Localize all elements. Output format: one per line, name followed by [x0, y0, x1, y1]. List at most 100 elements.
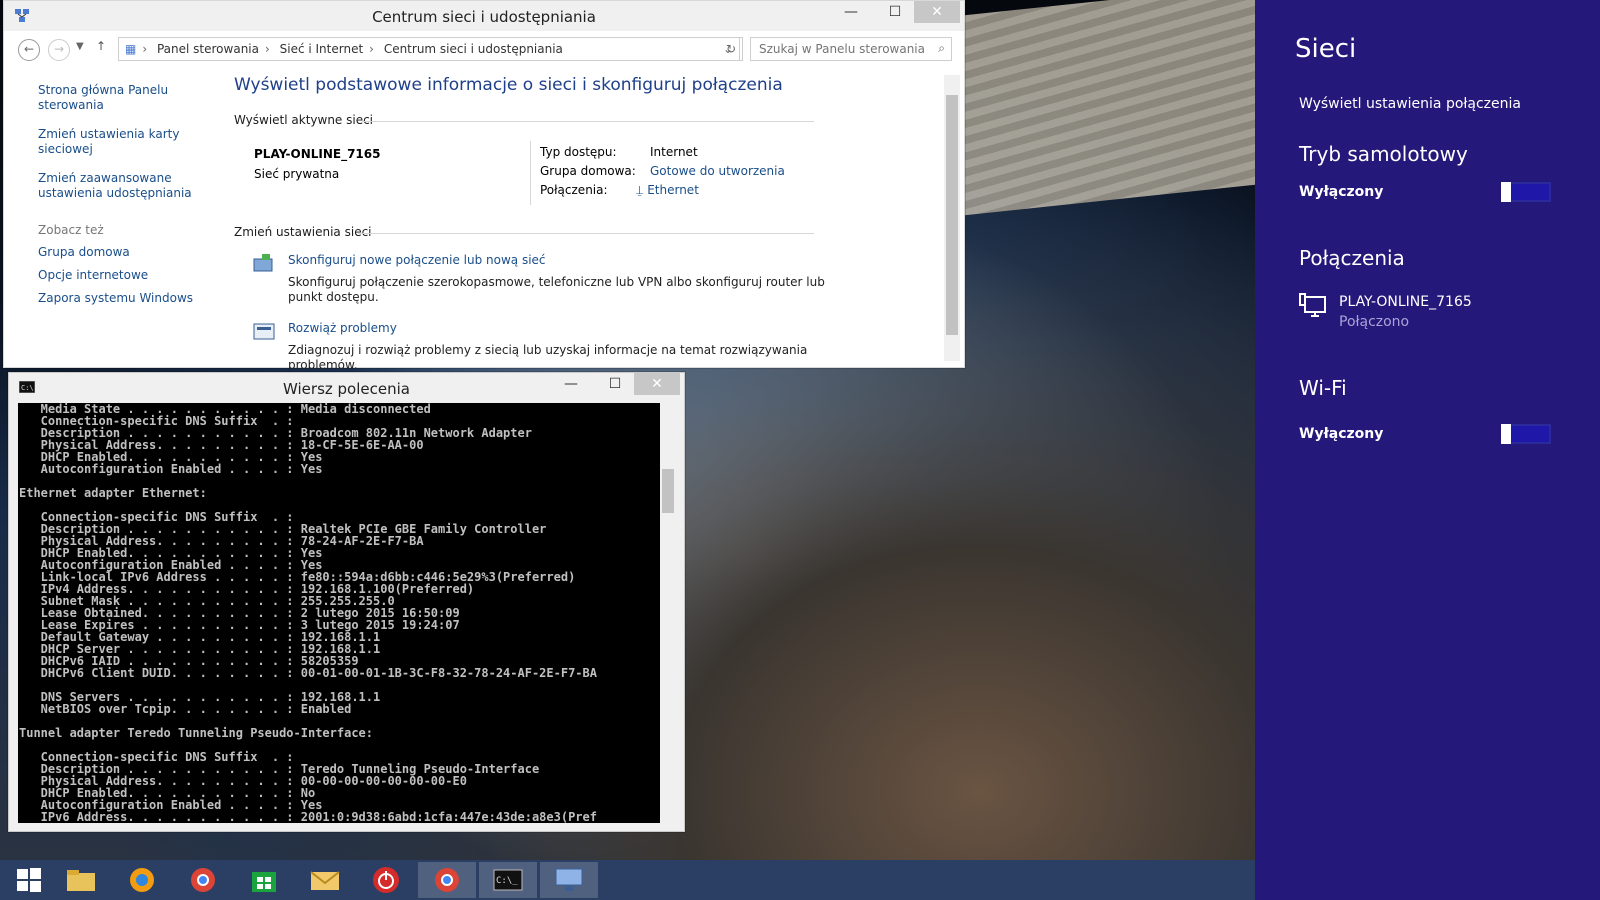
taskbar: C:\_ — [0, 860, 1255, 900]
networks-panel: Sieci Wyświetl ustawienia połączenia Try… — [1255, 0, 1600, 900]
troubleshoot-link[interactable]: Rozwiąż problemy — [288, 321, 934, 335]
airplane-mode-heading: Tryb samolotowy — [1299, 142, 1468, 166]
toggle-knob — [1501, 424, 1511, 444]
network-name: PLAY-ONLINE_7165 — [254, 147, 381, 161]
divider — [358, 233, 814, 234]
vertical-scrollbar[interactable] — [944, 75, 960, 361]
start-button[interactable] — [0, 862, 58, 898]
change-settings-label: Zmień ustawienia sieci — [234, 225, 372, 239]
connections-row: Połączenia: ⍊ Ethernet — [540, 183, 699, 198]
ethernet-link[interactable]: Ethernet — [647, 183, 699, 197]
airplane-mode-toggle[interactable] — [1501, 182, 1551, 202]
minimize-button[interactable]: — — [548, 373, 594, 395]
new-connection-link[interactable]: Skonfiguruj nowe połączenie lub nową sie… — [288, 253, 934, 267]
connections-heading: Połączenia — [1299, 246, 1405, 270]
control-panel-window: Centrum sieci i udostępniania — ☐ ✕ ← → … — [3, 0, 965, 372]
connections-label: Połączenia: — [540, 183, 608, 197]
toggle-knob — [1501, 182, 1511, 202]
network-type: Sieć prywatna — [254, 167, 340, 181]
power-app-icon[interactable] — [357, 862, 415, 898]
scrollbar-thumb[interactable] — [946, 95, 958, 335]
nav-homegroup[interactable]: Grupa domowa — [38, 245, 208, 260]
homegroup-label: Grupa domowa: — [540, 164, 636, 178]
forward-button[interactable]: → — [48, 39, 70, 61]
access-type-row: Typ dostępu: Internet — [540, 145, 698, 159]
view-connection-settings-link[interactable]: Wyświetl ustawienia połączenia — [1299, 96, 1521, 112]
cmd-titlebar[interactable]: C:\ Wiersz polecenia — ☐ ✕ — [9, 373, 684, 403]
divider — [362, 121, 814, 122]
control-panel-taskbar-icon[interactable] — [540, 862, 598, 898]
minimize-button[interactable]: — — [828, 1, 874, 23]
recent-dropdown-icon[interactable]: ▼ — [76, 41, 84, 52]
access-type-value: Internet — [650, 145, 698, 159]
file-explorer-icon[interactable] — [52, 862, 110, 898]
breadcrumb-item[interactable]: Centrum sieci i udostępniania — [384, 42, 563, 56]
change-settings-heading: Zmień ustawienia sieci — [234, 225, 934, 239]
cmd-console[interactable]: Media State . . . . . . . . . . . : Medi… — [18, 403, 670, 823]
photo-app-icon[interactable] — [113, 862, 171, 898]
chrome-running-icon[interactable] — [418, 862, 476, 898]
windows-logo-icon — [17, 868, 41, 892]
chrome-icon[interactable] — [174, 862, 232, 898]
task-troubleshoot: Rozwiąż problemy Zdiagnozuj i rozwiąż pr… — [234, 321, 934, 373]
search-box[interactable]: ⌕ — [750, 37, 952, 61]
close-button[interactable]: ✕ — [914, 1, 960, 23]
homegroup-link[interactable]: Gotowe do utworzenia — [650, 164, 785, 178]
chevron-right-icon: › — [142, 42, 148, 56]
homegroup-row: Grupa domowa: Gotowe do utworzenia — [540, 164, 785, 178]
wifi-state: Wyłączony — [1299, 426, 1384, 442]
wifi-toggle[interactable] — [1501, 424, 1551, 444]
access-type-label: Typ dostępu: — [540, 145, 617, 159]
cmd-output: Media State . . . . . . . . . . . : Medi… — [19, 403, 597, 823]
active-networks-label: Wyświetl aktywne sieci — [234, 113, 374, 127]
svg-text:C:\_: C:\_ — [496, 876, 518, 886]
connection-name[interactable]: PLAY-ONLINE_7165 — [1339, 294, 1472, 310]
connection-status: Połączono — [1339, 314, 1410, 330]
up-icon[interactable]: ↑ — [96, 39, 106, 53]
troubleshoot-desc: Zdiagnozuj i rozwiąż problemy z siecią l… — [288, 343, 808, 372]
page-title: Wyświetl podstawowe informacje o sieci i… — [234, 75, 783, 95]
ethernet-icon: ⍊ — [636, 183, 644, 197]
wifi-heading: Wi-Fi — [1299, 376, 1347, 400]
active-networks-heading: Wyświetl aktywne sieci — [234, 113, 934, 127]
active-network-block: PLAY-ONLINE_7165 Sieć prywatna Typ dostę… — [234, 141, 934, 225]
chevron-right-icon: › — [264, 42, 270, 56]
breadcrumb-item[interactable]: Panel sterowania — [157, 42, 259, 56]
maximize-button[interactable]: ☐ — [592, 373, 638, 395]
search-icon[interactable]: ⌕ — [938, 41, 945, 56]
breadcrumb-item[interactable]: Sieć i Internet — [280, 42, 364, 56]
airplane-mode-state: Wyłączony — [1299, 184, 1384, 200]
divider — [530, 141, 531, 205]
address-bar-row: ← → ▼ ↑ ▦ › Panel sterowania › Sieć i Inte… — [10, 35, 958, 63]
nav-change-adapter-settings[interactable]: Zmień ustawienia karty sieciowej — [38, 127, 208, 157]
wired-network-icon — [1299, 293, 1326, 317]
troubleshoot-icon — [253, 323, 275, 340]
back-button[interactable]: ← — [18, 39, 40, 61]
nav-control-panel-home[interactable]: Strona główna Panelu sterowania — [38, 83, 208, 113]
scrollbar-thumb[interactable] — [662, 469, 674, 513]
nav-windows-firewall[interactable]: Zapora systemu Windows — [38, 291, 208, 306]
task-new-connection: Skonfiguruj nowe połączenie lub nową sie… — [234, 253, 934, 305]
mail-app-icon[interactable] — [296, 862, 354, 898]
left-navigation: Strona główna Panelu sterowania Zmień us… — [38, 83, 208, 314]
new-connection-desc: Skonfiguruj połączenie szerokopasmowe, t… — [288, 275, 825, 304]
control-panel-titlebar[interactable]: Centrum sieci i udostępniania — ☐ ✕ — [4, 1, 964, 31]
window-title: Centrum sieci i udostępniania — [372, 8, 596, 26]
address-box[interactable]: ▦ › Panel sterowania › Sieć i Internet › Ce… — [118, 37, 740, 61]
store-icon[interactable] — [235, 862, 293, 898]
close-button[interactable]: ✕ — [634, 373, 680, 395]
cmd-window: C:\ Wiersz polecenia — ☐ ✕ Media State .… — [8, 372, 685, 832]
search-input[interactable] — [757, 38, 931, 60]
nav-advanced-sharing-settings[interactable]: Zmień zaawansowane ustawienia udostępnia… — [38, 171, 208, 201]
see-also-heading: Zobacz też — [38, 223, 104, 237]
control-panel-body: Strona główna Panelu sterowania Zmień us… — [4, 69, 964, 372]
wallpaper-station-panel — [960, 0, 1255, 216]
nav-internet-options[interactable]: Opcje internetowe — [38, 268, 208, 283]
chevron-right-icon: › — [369, 42, 374, 56]
breadcrumb-root-icon: ▦ — [125, 42, 137, 56]
maximize-button[interactable]: ☐ — [872, 1, 918, 23]
cmd-taskbar-icon[interactable]: C:\_ — [479, 862, 537, 898]
refresh-button[interactable]: ↻ — [720, 37, 743, 61]
networks-title: Sieci — [1295, 34, 1357, 64]
cmd-scrollbar[interactable] — [660, 403, 676, 823]
